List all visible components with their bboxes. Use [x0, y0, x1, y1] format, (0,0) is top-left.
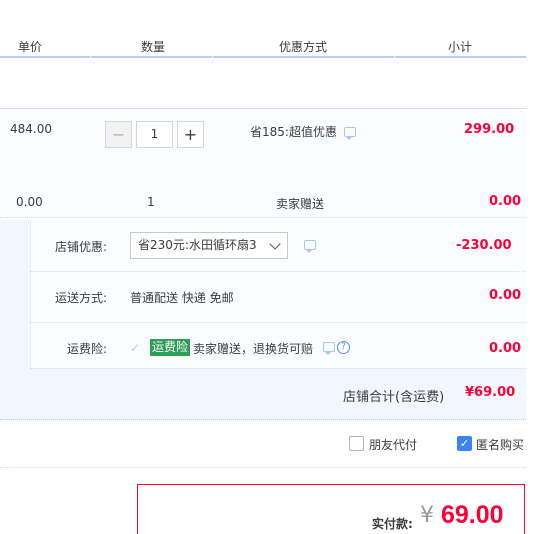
coupon-amount: -230.00 — [456, 238, 512, 253]
coupon-select[interactable]: 省230元:水田循环扇3 — [130, 232, 288, 259]
help-icon[interactable]: ? — [337, 341, 350, 354]
shipping-label: 运送方式: — [55, 291, 108, 305]
check-icon: ✓ — [130, 341, 141, 355]
order-table-header: 单价 数量 优惠方式 小计 — [0, 0, 526, 58]
payment-currency: ¥ — [420, 503, 434, 528]
shipping-value: 普通配送 快递 免邮 — [130, 291, 234, 305]
friend-pay-checkbox[interactable] — [349, 436, 364, 451]
quantity-increase-button[interactable]: + — [177, 121, 204, 148]
item2-quantity: 1 — [147, 195, 155, 209]
order-options-row — [0, 420, 526, 468]
insurance-amount: 0.00 — [489, 341, 522, 356]
quantity-input[interactable]: 1 — [136, 121, 173, 148]
message-icon[interactable] — [304, 240, 316, 253]
message-icon[interactable] — [344, 127, 356, 140]
anonymous-label[interactable]: 匿名购买 — [476, 436, 524, 453]
row-divider — [30, 271, 526, 272]
insurance-desc: 卖家赠送，退换货可赔 — [193, 342, 314, 356]
header-divider — [212, 56, 213, 58]
header-subtotal: 小计 — [448, 40, 473, 54]
row-divider — [30, 322, 526, 323]
quantity-decrease-button[interactable]: − — [105, 121, 132, 148]
message-icon[interactable] — [323, 342, 335, 355]
insurance-label: 运费险: — [67, 342, 108, 356]
shop-total-label: 店铺合计(含运费) — [343, 390, 445, 405]
item1-unit-price: 484.00 — [10, 122, 52, 136]
item2-unit-price: 0.00 — [16, 195, 43, 209]
coupon-label: 店铺优惠: — [55, 240, 108, 254]
coupon-select-value: 省230元:水田循环扇3 — [138, 238, 257, 252]
header-divider — [90, 56, 91, 58]
payment-amount: 69.00 — [441, 501, 504, 529]
item1-subtotal: 299.00 — [464, 122, 515, 137]
shipping-amount: 0.00 — [489, 288, 522, 303]
payment-label: 实付款: — [372, 517, 413, 531]
item1-promo: 省185:超值优惠 — [250, 125, 337, 139]
header-divider — [394, 56, 395, 58]
item2-promo: 卖家赠送 — [276, 197, 325, 211]
anonymous-checkbox[interactable]: ✓ — [457, 436, 472, 451]
insurance-badge: 运费险 — [150, 339, 191, 356]
header-unit-price: 单价 — [18, 40, 43, 54]
header-promo: 优惠方式 — [279, 40, 328, 54]
shop-total-value: ¥69.00 — [465, 385, 516, 400]
friend-pay-label[interactable]: 朋友代付 — [369, 436, 417, 453]
item2-subtotal: 0.00 — [489, 194, 522, 209]
header-quantity: 数量 — [141, 40, 166, 54]
chevron-down-icon — [269, 238, 281, 250]
row-divider — [30, 368, 526, 369]
